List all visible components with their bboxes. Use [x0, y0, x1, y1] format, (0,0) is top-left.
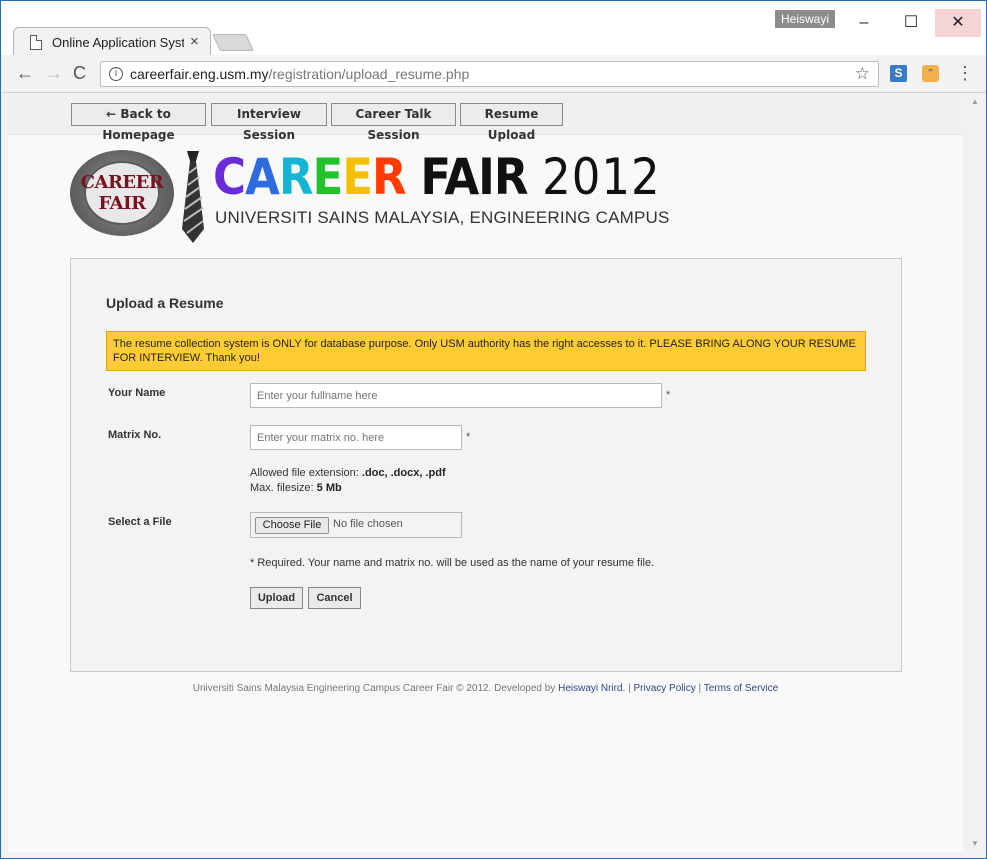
minimize-button[interactable]: –: [841, 9, 887, 37]
nav-back-homepage[interactable]: ← Back to Homepage: [71, 103, 206, 142]
brand-letter: R: [278, 148, 314, 206]
close-tab-icon[interactable]: ×: [190, 33, 199, 50]
career-fair-logo: CAREER FAIR: [70, 150, 174, 236]
scroll-down-icon[interactable]: ▼: [971, 839, 979, 848]
file-label: Select a File: [108, 516, 172, 528]
vertical-scrollbar[interactable]: ▲ ▼: [963, 93, 986, 852]
matrix-input[interactable]: [250, 425, 462, 450]
name-required-mark: *: [666, 389, 671, 401]
footer-text: Universiti Sains Malaysia Engineering Ca…: [192, 683, 556, 694]
matrix-label: Matrix No.: [108, 429, 162, 441]
terms-of-service-link[interactable]: Terms of Service: [704, 683, 778, 694]
top-navigation: ← Back to Homepage Interview Session Car…: [8, 93, 963, 142]
brand-year: 2012: [542, 148, 661, 206]
brand-title: CAREER FAIR 2012: [213, 149, 661, 205]
new-tab-button[interactable]: [212, 34, 254, 51]
max-filesize-hint: Max. filesize: 5 Mb: [250, 482, 342, 494]
web-page: ← Back to Homepage Interview Session Car…: [8, 93, 963, 852]
forward-arrow-icon[interactable]: →: [45, 63, 63, 84]
extension-s-icon[interactable]: S: [890, 65, 907, 82]
extension-face-icon[interactable]: ᵔ: [922, 65, 939, 82]
page-icon: [30, 35, 42, 50]
bookmark-star-icon[interactable]: ☆: [855, 64, 870, 84]
url-text[interactable]: careerfair.eng.usm.my/registration/uploa…: [130, 66, 469, 82]
necktie-icon: [182, 151, 204, 243]
close-window-button[interactable]: ✕: [935, 9, 981, 37]
no-file-chosen-text: No file chosen: [333, 518, 403, 530]
nav-resume-upload[interactable]: Resume Upload: [460, 103, 563, 142]
allowed-extension-hint: Allowed file extension: .doc, .docx, .pd…: [250, 467, 446, 479]
upload-button[interactable]: Upload: [250, 587, 303, 609]
privacy-policy-link[interactable]: Privacy Policy: [634, 683, 696, 694]
menu-dots-icon[interactable]: ⋮: [956, 63, 974, 84]
tab-strip: Online Application System × Heiswayi – ☐…: [1, 1, 986, 57]
allowed-ext-value: .doc, .docx, .pdf: [361, 467, 446, 479]
brand-letter: C: [213, 148, 246, 206]
developer-link[interactable]: Heiswayi Nrird.: [558, 683, 625, 694]
address-bar[interactable]: i careerfair.eng.usm.my/registration/upl…: [100, 61, 879, 87]
required-note: * Required. Your name and matrix no. wil…: [250, 557, 655, 569]
brand-letter: R: [372, 148, 407, 206]
browser-window: Online Application System × Heiswayi – ☐…: [0, 0, 987, 859]
url-domain: careerfair.eng.usm.my: [130, 66, 269, 82]
page-footer: Universiti Sains Malaysia Engineering Ca…: [8, 683, 963, 694]
notice-banner: The resume collection system is ONLY for…: [106, 331, 866, 371]
cancel-button[interactable]: Cancel: [308, 587, 361, 609]
allowed-ext-label: Allowed file extension:: [250, 467, 359, 479]
brand-subtitle: UNIVERSITI SAINS MALAYSIA, ENGINEERING C…: [215, 208, 670, 227]
brand-letter: E: [342, 148, 373, 206]
tab-online-application[interactable]: Online Application System ×: [13, 27, 211, 57]
tab-title: Online Application System: [52, 35, 184, 50]
brand-word-fair: FAIR: [420, 148, 528, 206]
info-icon[interactable]: i: [109, 67, 123, 81]
name-input[interactable]: [250, 383, 662, 408]
url-path: /registration/upload_resume.php: [268, 66, 470, 82]
form-title: Upload a Resume: [106, 295, 224, 311]
choose-file-button[interactable]: Choose File: [255, 517, 329, 534]
logo-text: CAREER FAIR: [80, 172, 164, 214]
max-size-value: 5 Mb: [316, 482, 342, 494]
upload-form-panel: Upload a Resume The resume collection sy…: [70, 258, 902, 672]
max-size-label: Max. filesize:: [250, 482, 314, 494]
brand-letter: E: [312, 148, 344, 206]
brand-letter: A: [245, 148, 280, 206]
file-input[interactable]: Choose File No file chosen: [250, 512, 462, 538]
maximize-button[interactable]: ☐: [888, 9, 934, 37]
scroll-up-icon[interactable]: ▲: [971, 97, 979, 106]
profile-badge[interactable]: Heiswayi: [775, 10, 835, 28]
reload-icon[interactable]: C: [73, 63, 86, 84]
footer-separator: |: [628, 683, 631, 694]
nav-career-talk-session[interactable]: Career Talk Session: [331, 103, 456, 142]
back-arrow-icon[interactable]: ←: [16, 63, 34, 84]
nav-interview-session[interactable]: Interview Session: [211, 103, 327, 142]
footer-separator: |: [698, 683, 702, 694]
matrix-required-mark: *: [466, 431, 471, 443]
browser-toolbar: ← → C i careerfair.eng.usm.my/registrati…: [1, 55, 986, 93]
name-label: Your Name: [108, 387, 166, 399]
